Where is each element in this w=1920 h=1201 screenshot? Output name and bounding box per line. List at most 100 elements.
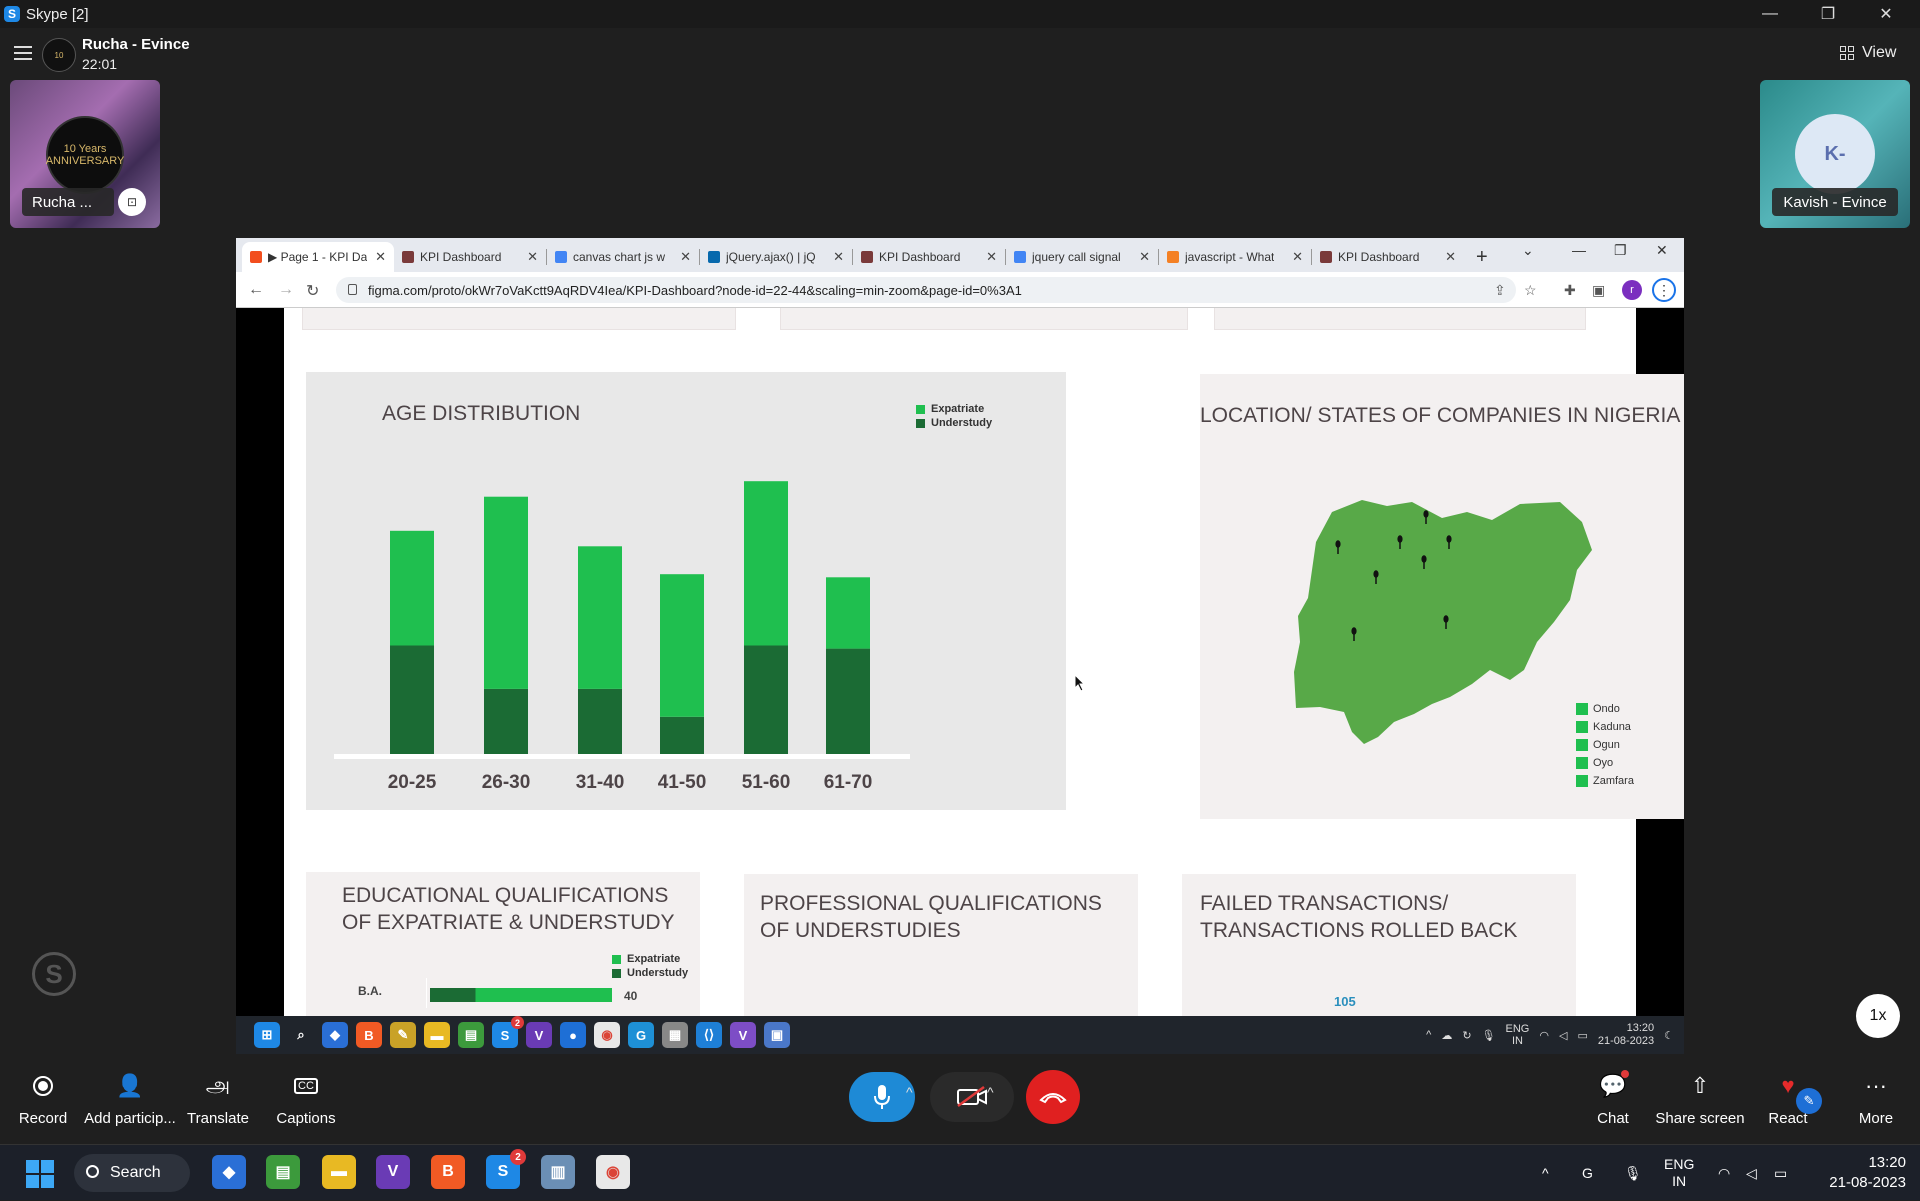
chat-button[interactable]: 💬 Chat — [1563, 1070, 1663, 1127]
tab-close-icon[interactable]: ✕ — [375, 249, 386, 265]
participant-tile-kavish[interactable]: K- Kavish - Evince — [1760, 80, 1910, 228]
tab-close-icon[interactable]: ✕ — [1292, 249, 1303, 265]
battery-icon[interactable]: ▭ — [1774, 1145, 1787, 1201]
shared-screen: ▶ Page 1 - KPI Da ✕ KPI Dashboard ✕ canvas c… — [236, 238, 1684, 1054]
skype-icon[interactable]: S2 — [486, 1149, 526, 1189]
start-button[interactable] — [26, 1160, 54, 1188]
tab-favicon-icon — [1014, 251, 1026, 263]
add-participants-button[interactable]: 👤 Add particip... — [80, 1072, 180, 1127]
tab-search-icon[interactable]: ⌄ — [1522, 242, 1534, 259]
mic-options-chevron-icon[interactable]: ^ — [906, 1084, 913, 1100]
speed-button[interactable]: 1x — [1856, 994, 1900, 1038]
browser-tab[interactable]: KPI Dashboard ✕ — [1312, 242, 1464, 272]
browser-tab[interactable]: KPI Dashboard ✕ — [394, 242, 546, 272]
call-duration: 22:01 — [82, 56, 118, 72]
browser-tab[interactable]: ▶ Page 1 - KPI Da ✕ — [242, 242, 394, 272]
close-button[interactable]: ✕ — [1858, 0, 1914, 28]
bar-understudy-31-40 — [578, 688, 622, 754]
hamburger-menu-icon[interactable] — [14, 46, 32, 60]
x-tick-label: 51-60 — [742, 772, 791, 793]
captions-button[interactable]: CC Captions — [256, 1072, 356, 1127]
legend-label: Ogun — [1593, 739, 1620, 751]
folder-icon: ▬ — [424, 1022, 450, 1048]
wifi-icon[interactable]: ◠ — [1718, 1145, 1730, 1201]
new-tab-button[interactable]: + — [1464, 242, 1500, 272]
search-label: Search — [110, 1164, 161, 1181]
file-explorer-icon[interactable]: ▬ — [322, 1155, 356, 1189]
share-screen-button[interactable]: ⇧ Share screen — [1650, 1072, 1750, 1127]
volume-icon: ◁ — [1558, 1029, 1568, 1042]
more-button[interactable]: ··· More — [1826, 1072, 1920, 1127]
x-tick-label: 31-40 — [576, 772, 625, 793]
edit-icon: ✎ — [1796, 1088, 1822, 1114]
language-indicator[interactable]: ENG IN — [1664, 1145, 1694, 1201]
taskbar-search[interactable]: Search — [74, 1154, 190, 1192]
browser-tab[interactable]: javascript - What ✕ — [1159, 242, 1311, 272]
back-icon[interactable]: ← — [248, 281, 264, 299]
search-icon: ⌕ — [297, 1027, 305, 1042]
visual-studio-icon[interactable]: V — [376, 1155, 410, 1189]
forward-icon[interactable]: → — [278, 281, 294, 299]
tab-close-icon[interactable]: ✕ — [1139, 249, 1150, 265]
tray-chevron-icon: ^ — [1426, 1029, 1432, 1041]
x-tick-label: 20-25 — [388, 772, 437, 793]
age-legend: Expatriate Understudy — [916, 402, 992, 430]
browser-tab[interactable]: jquery call signal ✕ — [1006, 242, 1158, 272]
skype-icon: S2 — [492, 1016, 524, 1048]
star-icon[interactable]: ☆ — [1524, 282, 1537, 299]
tab-close-icon[interactable]: ✕ — [527, 249, 538, 265]
browser-tab[interactable]: KPI Dashboard ✕ — [853, 242, 1005, 272]
taskbar-app-icon[interactable]: ▤ — [266, 1155, 300, 1189]
taskbar-app-icon[interactable]: ◆ — [212, 1155, 246, 1189]
brave-icon[interactable]: B — [431, 1155, 465, 1189]
share-icon[interactable]: ⇪ — [1494, 282, 1506, 299]
extensions-icon[interactable]: ✚ — [1564, 282, 1576, 299]
cloud-icon: ☁ — [1441, 1029, 1453, 1042]
browser-restore-button[interactable]: ❐ — [1614, 242, 1627, 259]
browser-tab[interactable]: canvas chart js w ✕ — [547, 242, 699, 272]
restore-button[interactable]: ❐ — [1800, 0, 1856, 28]
legend-swatch — [1576, 775, 1588, 787]
edu-axis — [426, 978, 427, 1008]
minimize-button[interactable]: — — [1742, 0, 1798, 28]
failed-transactions-value: 105 — [1334, 994, 1356, 1009]
tab-close-icon[interactable]: ✕ — [986, 249, 997, 265]
window-titlebar: S Skype [2] — [0, 0, 1920, 28]
side-panel-icon[interactable]: ▣ — [1592, 282, 1605, 299]
notepad-icon[interactable]: ▥ — [541, 1155, 575, 1189]
legend-swatch — [1576, 739, 1588, 751]
caller-avatar: 10 — [42, 38, 76, 72]
tray-mic-icon[interactable]: 🎙 — [1624, 1145, 1642, 1201]
participant-name: Kavish - Evince — [1772, 188, 1898, 216]
failed-transactions-title: FAILED TRANSACTIONS/ TRANSACTIONS ROLLED… — [1200, 892, 1518, 942]
profile-avatar[interactable]: r — [1622, 280, 1642, 300]
end-call-button[interactable] — [1026, 1070, 1080, 1124]
taskbar-clock[interactable]: 13:20 21-08-2023 — [1816, 1153, 1906, 1193]
browser-tab[interactable]: jQuery.ajax() | jQ ✕ — [700, 242, 852, 272]
chrome-icon[interactable]: ◉ — [596, 1155, 630, 1189]
tray-chevron-icon[interactable]: ^ — [1542, 1145, 1549, 1201]
tab-close-icon[interactable]: ✕ — [833, 249, 844, 265]
reload-icon[interactable]: ↻ — [306, 281, 319, 301]
tray-app-icon[interactable]: G — [1582, 1145, 1593, 1201]
camera-options-chevron-icon[interactable]: ^ — [987, 1084, 994, 1100]
volume-icon[interactable]: ◁ — [1746, 1145, 1757, 1201]
browser-close-button[interactable]: ✕ — [1656, 242, 1668, 259]
browser-menu-icon[interactable]: ⋮ — [1652, 278, 1676, 302]
bar-expatriate-41-50 — [660, 574, 704, 717]
tab-label: canvas chart js w — [573, 250, 666, 264]
participant-avatar: 10 Years ANNIVERSARY — [46, 116, 124, 194]
browser-minimize-button[interactable]: — — [1572, 242, 1586, 258]
legend-swatch — [1576, 757, 1588, 769]
url-input[interactable]: figma.com/proto/okWr7oVaKctt9AqRDV4Iea/K… — [336, 277, 1516, 303]
participant-tile-rucha[interactable]: 10 Years ANNIVERSARY Rucha ... ⊡ — [10, 80, 160, 228]
react-button[interactable]: ♥ ✎ React — [1738, 1072, 1838, 1127]
tab-close-icon[interactable]: ✕ — [680, 249, 691, 265]
camera-button[interactable] — [930, 1072, 1014, 1122]
view-button[interactable]: View — [1840, 44, 1896, 62]
top-card — [1214, 308, 1586, 330]
translate-label: Translate — [187, 1110, 249, 1127]
tab-close-icon[interactable]: ✕ — [1445, 249, 1456, 265]
translate-button[interactable]: அ Translate — [168, 1072, 268, 1128]
tab-label: jQuery.ajax() | jQ — [726, 250, 816, 264]
